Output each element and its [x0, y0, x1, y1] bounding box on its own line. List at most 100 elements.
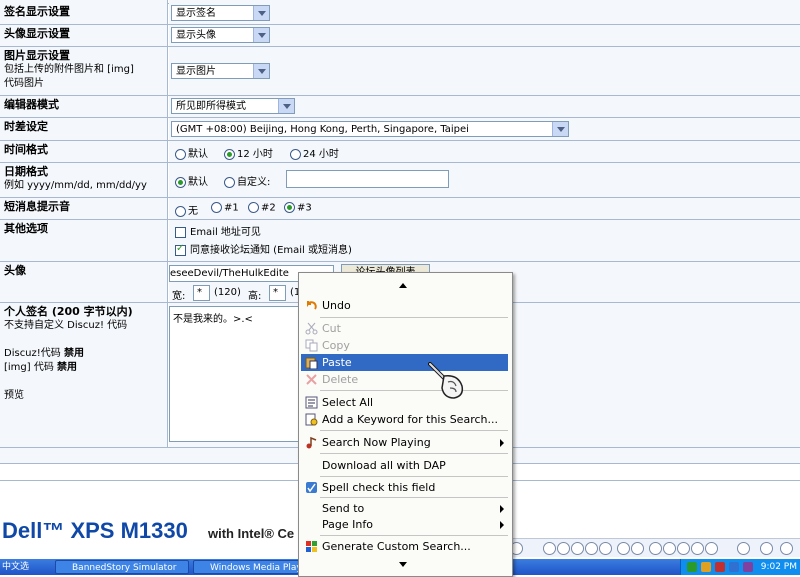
playlist-icon[interactable] — [760, 542, 773, 555]
date-format-option-custom[interactable]: 自定义: — [224, 173, 270, 188]
pm-sound-option-2[interactable]: #2 — [248, 202, 276, 214]
avatar-display-select[interactable]: 显示头像 — [171, 27, 270, 43]
date-format-sub: 例如 yyyy/mm/dd, mm/dd/yy — [4, 180, 147, 191]
date-format-label: 日期格式 — [4, 165, 48, 178]
editor-mode-label: 编辑器模式 — [4, 98, 59, 111]
ad-tagline: with Intel® Ce — [208, 526, 295, 541]
avatar-width-hint: (120) — [214, 287, 241, 298]
prev-icon[interactable] — [543, 542, 556, 555]
ad-banner[interactable]: Dell™ XPS M1330 with Intel® Ce — [0, 518, 300, 548]
menu-item-send-to[interactable]: Send to — [301, 500, 508, 517]
network-icon[interactable] — [687, 562, 697, 572]
pm-sound-option-3[interactable]: #3 — [284, 202, 312, 214]
editor-mode-select[interactable]: 所见即所得模式 — [171, 98, 295, 114]
next-icon[interactable] — [599, 542, 612, 555]
radio-icon[interactable] — [211, 202, 222, 213]
time-format-option-default[interactable]: 默认 — [175, 145, 208, 160]
checkbox-icon[interactable] — [175, 226, 186, 238]
radio-checked-icon[interactable] — [284, 202, 295, 213]
radio-checked-icon[interactable] — [224, 148, 235, 160]
sig-display-select[interactable]: 显示签名 — [171, 5, 270, 21]
radio-icon[interactable] — [290, 148, 301, 160]
stop-icon[interactable] — [585, 542, 598, 555]
menu-item-spell-check[interactable]: Spell check this field — [301, 479, 508, 496]
chevron-down-icon — [552, 122, 568, 136]
row-sig-display: 签名显示设置 显示签名 — [0, 3, 800, 25]
eject-icon[interactable] — [737, 542, 750, 555]
chevron-down-icon — [253, 6, 269, 20]
forum-notify-option[interactable]: 同意接收论坛通知 (Email 或短消息) — [175, 241, 352, 256]
repeat-icon[interactable] — [663, 542, 676, 555]
avatar-height-input[interactable]: * — [269, 285, 286, 301]
pm-sound-option-none[interactable]: 无 — [175, 202, 198, 217]
radio-checked-icon[interactable] — [175, 176, 186, 188]
menu-item-add-keyword[interactable]: Add a Keyword for this Search... — [301, 411, 508, 428]
image-display-label: 图片显示设置 — [4, 49, 70, 62]
avatar-width-input[interactable]: * — [193, 285, 210, 301]
copy-icon — [305, 339, 318, 352]
radio-icon[interactable] — [175, 148, 186, 160]
music-note-icon — [305, 436, 318, 449]
shuffle-icon[interactable] — [649, 542, 662, 555]
taskbar-item-media-player[interactable]: Windows Media Playe — [193, 560, 303, 574]
menu-item-select-all[interactable]: Select All — [301, 394, 508, 411]
radio-icon[interactable] — [175, 205, 186, 217]
mute-icon[interactable] — [677, 542, 690, 555]
forward-icon[interactable] — [631, 542, 644, 555]
email-visible-option[interactable]: Email 地址可见 — [175, 223, 261, 238]
menu-item-search-now-playing[interactable]: Search Now Playing — [301, 434, 508, 451]
menu-item-undo[interactable]: Undo — [301, 297, 508, 314]
signature-img-code: [img] 代码 禁用 — [4, 362, 78, 373]
rewind-icon[interactable] — [617, 542, 630, 555]
menu-separator — [320, 453, 508, 454]
clock[interactable]: 9:02 PM — [761, 559, 797, 575]
menu-item-download-dap[interactable]: Download all with DAP — [301, 457, 508, 474]
row-time-format: 时间格式 默认 12 小时 24 小时 — [0, 141, 800, 163]
select-all-icon — [305, 396, 318, 409]
menu-item-page-info[interactable]: Page Info — [301, 516, 508, 533]
signature-label: 个人签名 (200 字节以内) — [4, 305, 133, 318]
menu-separator — [320, 317, 508, 318]
submenu-arrow-icon — [500, 439, 504, 447]
menu-scroll-down-icon[interactable] — [399, 562, 407, 567]
restore-icon[interactable] — [780, 542, 793, 555]
pm-sound-option-1[interactable]: #1 — [211, 202, 239, 214]
volume-icon[interactable] — [701, 562, 711, 572]
timezone-value: (GMT +08:00) Beijing, Hong Kong, Perth, … — [176, 124, 469, 135]
menu-item-delete[interactable]: Delete — [301, 371, 508, 388]
timezone-select[interactable]: (GMT +08:00) Beijing, Hong Kong, Perth, … — [171, 121, 569, 137]
menu-item-cut[interactable]: Cut — [301, 320, 508, 337]
pause-icon[interactable] — [571, 542, 584, 555]
row-other-options: 其他选项 Email 地址可见 同意接收论坛通知 (Email 或短消息) — [0, 220, 800, 262]
radio-icon[interactable] — [224, 176, 235, 188]
image-display-sub2: 代码图片 — [4, 78, 44, 89]
editor-mode-value: 所见即所得模式 — [176, 101, 246, 112]
menu-item-custom-search[interactable]: Generate Custom Search... — [301, 538, 508, 555]
image-display-select[interactable]: 显示图片 — [171, 63, 270, 79]
avatar-label: 头像 — [4, 264, 26, 277]
menu-scroll-up-icon[interactable] — [399, 283, 407, 288]
language-indicator[interactable]: 中文选 — [2, 560, 29, 574]
volume-up-icon[interactable] — [705, 542, 718, 555]
pm-sound-label: 短消息提示音 — [4, 200, 70, 213]
checkbox-checked-icon[interactable] — [175, 243, 186, 256]
date-format-option-default[interactable]: 默认 — [175, 173, 208, 188]
row-editor-mode: 编辑器模式 所见即所得模式 — [0, 96, 800, 118]
time-format-option-12h[interactable]: 12 小时 — [224, 145, 273, 160]
taskbar-item-bannedstory[interactable]: BannedStory Simulator — [55, 560, 189, 574]
menu-item-copy[interactable]: Copy — [301, 337, 508, 354]
tray-app-icon[interactable] — [743, 562, 753, 572]
time-format-option-24h[interactable]: 24 小时 — [290, 145, 339, 160]
volume-down-icon[interactable] — [691, 542, 704, 555]
image-display-sub1: 包括上传的附件图片和 [img] — [4, 64, 134, 75]
play-icon[interactable] — [557, 542, 570, 555]
security-icon[interactable] — [715, 562, 725, 572]
avatar-width-label: 宽: — [172, 291, 186, 302]
radio-icon[interactable] — [248, 202, 259, 213]
date-format-custom-input[interactable] — [286, 170, 449, 188]
row-avatar-display: 头像显示设置 显示头像 — [0, 25, 800, 47]
signature-preview-link[interactable]: 预览 — [4, 389, 163, 403]
messenger-icon[interactable] — [729, 562, 739, 572]
menu-item-paste[interactable]: Paste — [301, 354, 508, 371]
undo-icon — [305, 299, 318, 312]
